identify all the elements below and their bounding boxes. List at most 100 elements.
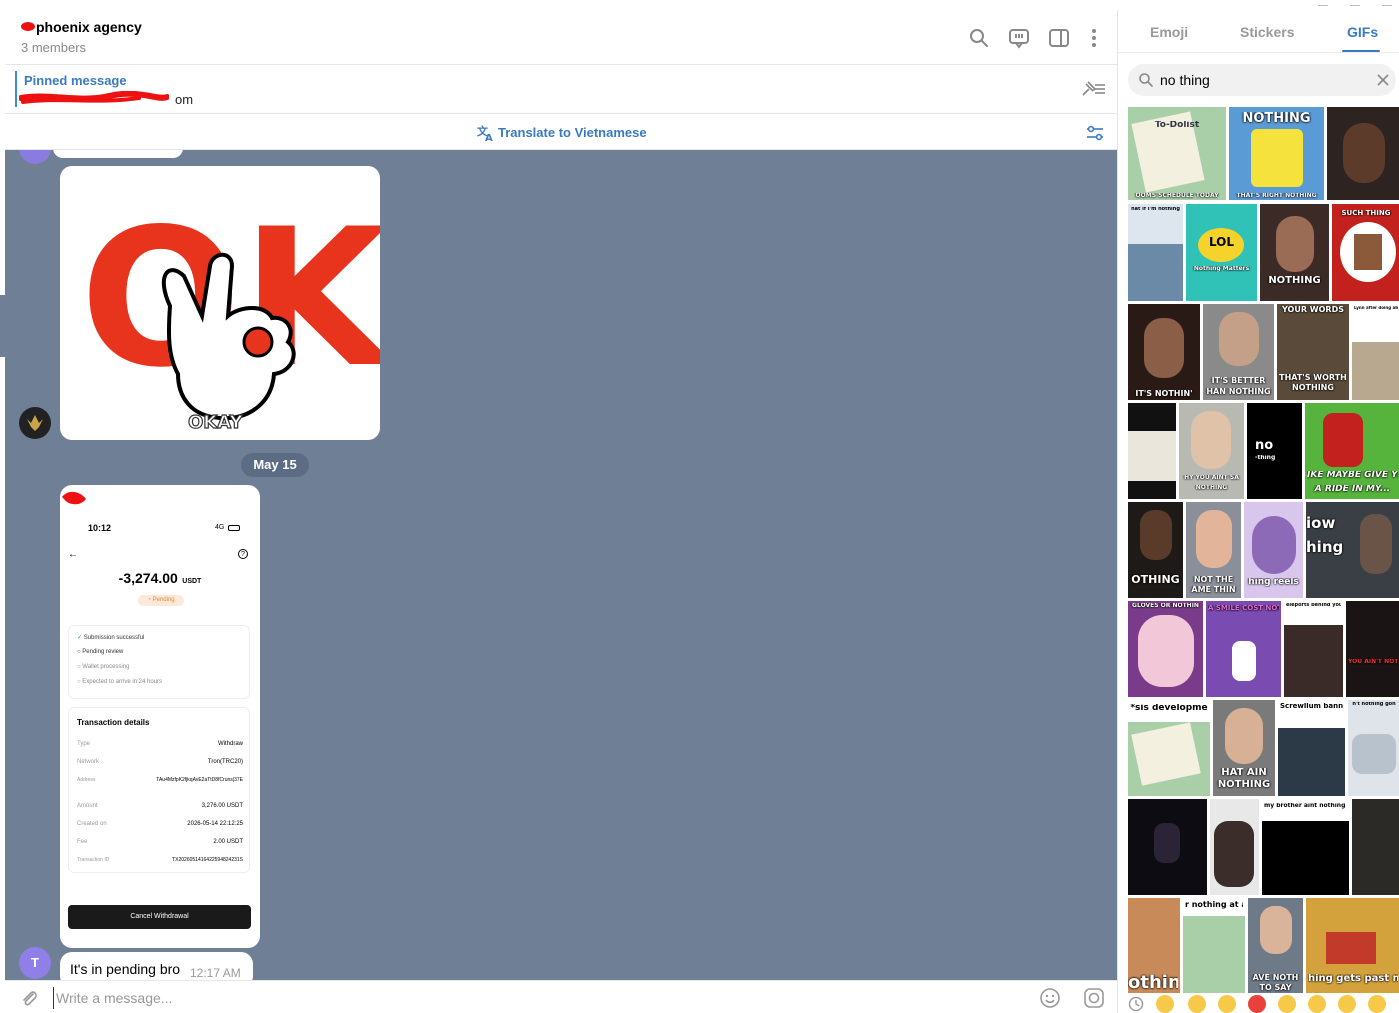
ok-sticker[interactable]: OK OKAY [60,166,380,440]
laughing-emoji-icon[interactable] [1308,995,1326,1013]
emoji-sticker-gif-panel: Emoji Stickers GIFs To-Dolist OOMS SCHED… [1117,10,1399,1013]
gif-search-input[interactable] [1160,69,1360,91]
gif-item[interactable]: hing reels [1244,502,1303,598]
gif-item[interactable]: HAT AIN NOTHING [1213,700,1275,796]
detail-row: Type Withdraw [77,741,243,747]
gif-item[interactable]: GLOVES OR NOTHIN [1128,601,1203,697]
angry-emoji-icon[interactable] [1248,995,1266,1013]
clock-icon[interactable] [1128,996,1144,1012]
translate-button[interactable]: Translate to Vietnamese [498,125,647,140]
pinned-message-bar[interactable]: Pinned message om [5,65,1117,114]
surprised-emoji-icon[interactable] [1338,995,1356,1013]
chat-title[interactable]: phoenix agency [21,19,142,35]
settings-icon[interactable] [1085,124,1105,142]
gif-item[interactable] [1327,107,1399,200]
gif-item[interactable]: IT'S NOTHIN' [1128,304,1200,400]
step-item: ○ Pending review [77,649,123,655]
gif-item[interactable]: othin [1128,898,1180,993]
message-input[interactable] [53,987,953,1009]
left-scroll-indicator [0,295,5,357]
gif-item[interactable]: YOUR WORDS THAT'S WORTH NOTHING [1277,304,1349,400]
gif-item[interactable]: Lynn after doing absolutely nothing [1352,304,1399,400]
gif-search-box[interactable] [1128,64,1396,96]
gif-item[interactable]: Screwllum banne [1278,700,1345,796]
gif-item[interactable]: iow hing [1306,502,1399,598]
more-icon[interactable] [1083,27,1105,49]
gif-item[interactable]: hing gets past my [1306,898,1399,993]
gif-item[interactable]: NOTHING THAT'S RIGHT NOTHING [1229,107,1324,200]
circle-icon: ○ [77,649,81,655]
avatar[interactable] [19,150,51,164]
tab-stickers[interactable]: Stickers [1240,24,1294,40]
gif-item[interactable]: HY YOU AINT SA NOTHING [1179,403,1244,499]
gif-caption: OTHING [1131,574,1180,586]
gif-item[interactable]: OTHING [1128,502,1183,598]
phoenix-logo-icon [27,415,43,431]
gif-caption: *sis developme [1130,704,1208,713]
translate-bar[interactable]: 文A Translate to Vietnamese [5,114,1117,150]
attach-icon[interactable] [19,988,39,1008]
camera-icon[interactable] [1083,987,1105,1009]
gif-item[interactable]: NOTHING [1260,204,1329,301]
minimize-icon[interactable] [1318,0,1328,6]
avatar[interactable]: T [19,947,51,979]
check-icon: ✓ [77,635,83,641]
step-label: Expected to arrive in 24 hours [82,679,163,685]
gif-item[interactable]: IT'S BETTER HAN NOTHING [1203,304,1274,400]
chat-icon[interactable] [1008,27,1030,49]
gif-item[interactable] [1128,799,1207,895]
gif-caption: GLOVES OR NOTHIN [1132,603,1199,609]
confused-emoji-icon[interactable] [1188,995,1206,1013]
gif-item[interactable]: my brother aint nothing b [1262,799,1349,895]
gif-item[interactable] [1128,403,1176,499]
translate-icon: 文A [477,124,493,142]
sticker-okay-caption: OKAY [188,412,243,433]
detail-value: Tron(TRC20) [207,759,243,765]
face-graphic [1260,906,1292,954]
close-window-icon[interactable] [1382,0,1392,6]
withdrawal-screenshot[interactable]: 10:12 4G ← ? -3,274.00 USDT ◔ Pending ✓ … [60,485,260,948]
smirk-emoji-icon[interactable] [1278,995,1296,1013]
emoji-icon[interactable] [1039,987,1061,1009]
gif-item[interactable]: *sis developme [1128,700,1210,796]
gif-item[interactable]: LOL Nothing Matters [1186,204,1257,301]
gif-caption: Screwllum banne [1280,703,1343,710]
gif-item[interactable]: NOT THE AME THIN [1186,502,1241,598]
search-icon[interactable] [968,27,990,49]
heart-eyes-emoji-icon[interactable] [1218,995,1236,1013]
message-bubble[interactable]: It's in pending bro 12:17 AM [60,952,253,980]
gif-item[interactable]: IKE MAYBE GIVE YO A RIDE IN MY... [1305,403,1399,499]
message-list[interactable]: OK OKAY May 15 10:12 4G ← ? -3,274.00 [5,150,1117,980]
face-graphic [1360,514,1392,574]
gif-item[interactable]: A SMILE COST NOTHING [1206,601,1281,697]
gif-item[interactable]: r nothing at a [1183,898,1245,993]
redaction-scribble [62,491,86,505]
clear-icon[interactable] [1376,73,1390,87]
gif-item[interactable]: eleports behind you [1284,601,1343,697]
gif-item[interactable]: To-Dolist OOMS SCHEDULE TODAY [1128,107,1226,200]
gif-item[interactable]: AVE NOTH TO SAY [1248,898,1303,993]
figure-graphic [1214,821,1254,887]
gif-item[interactable]: YOU AIN'T NOTHING BUT A LIAR [1346,601,1399,697]
face-graphic [1196,510,1232,568]
tab-emoji[interactable]: Emoji [1150,24,1188,40]
thumbs-up-emoji-icon[interactable] [1156,995,1174,1013]
gif-caption: THAT'S RIGHT NOTHING [1236,192,1317,199]
tab-gifs[interactable]: GIFs [1347,24,1378,40]
redaction-scribble [19,91,169,104]
battery-icon [228,525,240,531]
transaction-details: Transaction details Type Withdraw Network… [68,707,250,873]
gif-caption: IKE MAYBE GIVE YO [1307,471,1398,480]
avatar[interactable] [19,407,51,439]
dizzy-emoji-icon[interactable] [1368,995,1386,1013]
gif-item[interactable]: hat if I'm nothing [1128,204,1183,301]
gif-item[interactable] [1352,799,1399,895]
chat-header[interactable]: phoenix agency 3 members [5,10,1117,65]
sidebar-toggle-icon[interactable] [1048,27,1070,49]
gif-item[interactable]: n't nothing gon [1348,700,1399,796]
pin-list-icon[interactable] [1079,79,1107,99]
gif-item[interactable] [1210,799,1259,895]
maximize-icon[interactable] [1350,0,1360,6]
gif-item[interactable]: no -thing [1247,403,1302,499]
gif-item[interactable]: SUCH THING [1332,204,1399,301]
